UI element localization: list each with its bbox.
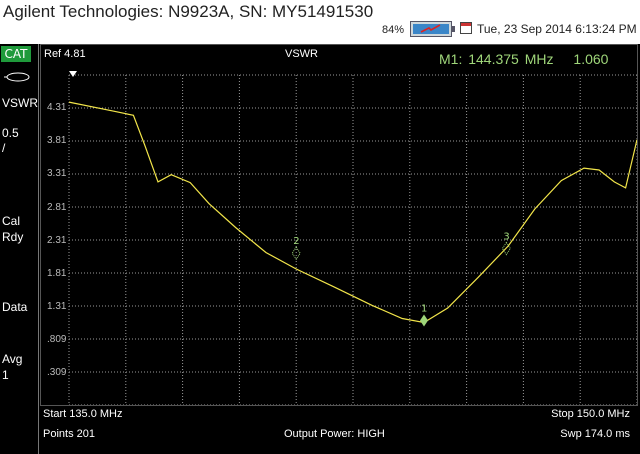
cal-ready: Rdy (2, 230, 24, 244)
avg-label[interactable]: Avg (2, 352, 22, 367)
start-frequency[interactable]: Start 135.0 MHz (43, 408, 122, 420)
battery-icon (410, 21, 455, 37)
probe-icon (4, 72, 30, 82)
grid (68, 74, 637, 405)
sidebar: CAT VSWR 0.5 / Cal Rdy Data Avg 1 (0, 44, 39, 454)
points[interactable]: Points 201 (43, 428, 95, 440)
battery-percent: 84% (382, 24, 405, 36)
plot-area[interactable]: Ref 4.81 VSWR M1: 144.375 MHz 1.060 4.31… (40, 44, 638, 406)
marker-1-label: 1 (421, 304, 427, 315)
ref-level-marker (69, 71, 77, 77)
marker-2-label: 2 (293, 236, 299, 247)
datetime: Tue, 23 Sep 2014 6:13:24 PM (477, 22, 637, 36)
markers: 1 2 3 (291, 232, 511, 327)
app-title: Agilent Technologies: N9923A, SN: MY5149… (3, 2, 374, 21)
title-bar: Agilent Technologies: N9923A, SN: MY5149… (0, 0, 640, 44)
scale-unit: / (2, 141, 6, 155)
vswr-chart: 1 2 3 (68, 71, 637, 405)
marker-2-diamond (291, 246, 301, 261)
sweep-time[interactable]: Swp 174.0 ms (560, 428, 630, 440)
format-label[interactable]: VSWR (2, 96, 38, 111)
cat-badge[interactable]: CAT (1, 46, 31, 62)
output-power[interactable]: Output Power: HIGH (284, 428, 385, 440)
marker-1-diamond (420, 314, 428, 327)
ref-level-triangle (69, 71, 77, 77)
marker-3-label: 3 (503, 232, 509, 243)
scale-value[interactable]: 0.5 (2, 126, 19, 141)
data-label[interactable]: Data (2, 300, 27, 315)
cal-status[interactable]: Cal (2, 214, 20, 229)
avg-count: 1 (2, 368, 9, 382)
footer: Start 135.0 MHz Stop 150.0 MHz Points 20… (40, 406, 640, 454)
stop-frequency[interactable]: Stop 150.0 MHz (551, 408, 630, 420)
calendar-icon (460, 22, 472, 34)
